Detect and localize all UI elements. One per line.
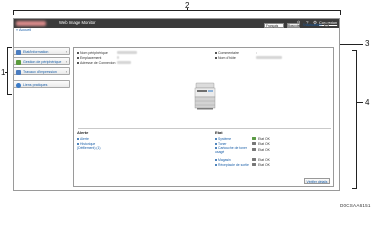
figure-code: D0CSAA6151 bbox=[340, 203, 371, 208]
connection-address-value bbox=[117, 61, 131, 64]
sidebar-item-label: Liens pratiques bbox=[23, 83, 48, 87]
callout-1-line bbox=[5, 72, 7, 73]
sidebar-item-label: Gestion de périphérique bbox=[23, 60, 62, 64]
link-icon bbox=[16, 82, 21, 88]
output-tray-icon bbox=[252, 163, 256, 166]
callout-2-line bbox=[187, 8, 188, 11]
language-select[interactable]: Français bbox=[264, 23, 284, 28]
status-item-tray[interactable]: Magasin bbox=[215, 158, 231, 162]
tray-icon bbox=[252, 158, 256, 161]
sidebar-item-status[interactable]: Etat/Information › bbox=[13, 47, 70, 55]
sidebar-item-device-management[interactable]: Gestion de périphérique › bbox=[13, 57, 70, 65]
field-device-name: Nom périphérique bbox=[77, 51, 108, 55]
waste-toner-icon bbox=[252, 148, 256, 151]
callout-1-bracket bbox=[7, 47, 12, 95]
status-value: Etat OK bbox=[258, 163, 270, 167]
page-help-icon[interactable]: ? bbox=[324, 22, 329, 27]
sidebar-item-label: Etat/Information bbox=[23, 50, 49, 54]
section-divider bbox=[78, 128, 331, 129]
app-title: Web Image Monitor bbox=[59, 20, 96, 25]
callout-3: 3 bbox=[365, 39, 370, 48]
chevron-right-icon: › bbox=[65, 69, 67, 74]
refresh-link[interactable]: ↻Actualiser bbox=[303, 23, 322, 27]
chevron-right-icon: › bbox=[65, 49, 67, 54]
callout-4-bracket bbox=[352, 50, 357, 189]
field-location: Emplacement bbox=[77, 56, 101, 60]
info-icon bbox=[16, 49, 21, 55]
status-value: Etat OK bbox=[258, 148, 270, 152]
alert-link[interactable]: Alerte bbox=[77, 137, 89, 141]
print-job-icon bbox=[16, 69, 21, 75]
sidebar-item-print-jobs[interactable]: Travaux d'impression › bbox=[13, 67, 70, 75]
brand-logo bbox=[16, 21, 46, 26]
sidebar-item-label: Travaux d'impression bbox=[23, 70, 57, 74]
chevron-right-icon: › bbox=[65, 59, 67, 64]
sidebar-item-links[interactable]: Liens pratiques bbox=[13, 80, 70, 88]
callout-2-bracket bbox=[13, 10, 341, 15]
field-connection-address: Adresse de Connexion bbox=[77, 61, 115, 65]
comment-value: : bbox=[256, 51, 257, 55]
callout-4: 4 bbox=[365, 98, 370, 107]
callout-4-line bbox=[356, 102, 363, 103]
field-host-name: Nom d'hôte bbox=[215, 56, 236, 60]
refresh-label: Actualiser bbox=[306, 23, 322, 27]
alerts-title: Alerte bbox=[77, 130, 89, 135]
status-item-output-tray[interactable]: Réceptacle de sortie bbox=[215, 163, 249, 167]
device-management-icon bbox=[16, 59, 21, 65]
status-item-system[interactable]: Système bbox=[215, 137, 231, 141]
check-icon bbox=[252, 137, 256, 140]
toner-icon bbox=[252, 142, 256, 145]
main-panel: Nom périphérique Emplacement Adresse de … bbox=[73, 47, 334, 187]
status-title: Etat bbox=[215, 130, 223, 135]
printer-image bbox=[194, 82, 216, 110]
language-switch-button[interactable]: Basculer bbox=[287, 23, 300, 28]
status-value: Etat OK bbox=[258, 158, 270, 162]
home-link[interactable]: « Accueil bbox=[16, 28, 31, 32]
status-value: Etat OK bbox=[258, 142, 270, 146]
status-value: Etat OK bbox=[258, 137, 270, 141]
device-name-value bbox=[117, 51, 137, 54]
host-name-value bbox=[256, 56, 282, 59]
field-comment: Commentaire bbox=[215, 51, 239, 55]
alert-history-link[interactable]: Historique (Défilement) (1) bbox=[77, 142, 107, 150]
status-item-waste-toner[interactable]: Cartouche de toner usagé bbox=[215, 146, 249, 154]
location-value bbox=[117, 56, 119, 59]
check-details-button[interactable]: Vérifier détails bbox=[304, 178, 330, 184]
